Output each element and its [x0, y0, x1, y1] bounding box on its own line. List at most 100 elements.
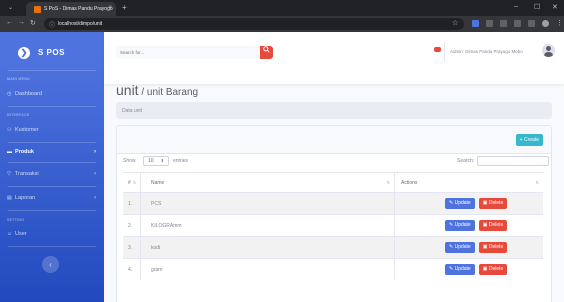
delete-button[interactable]: ▣ Delete: [478, 242, 508, 253]
browser-tab-bar: ⌄ S PoS - Dimas Pandu Prayogo × + – ☐ ✕: [0, 0, 564, 16]
site-info-icon[interactable]: ⓘ: [49, 20, 55, 29]
chevron-right-icon: ›: [94, 149, 96, 155]
delete-label: Delete: [488, 266, 504, 272]
url-field[interactable]: ⓘ localhost/dimpo/unit: [44, 18, 464, 30]
table-row: 2. KILOGRAmm ✎ Update ▣ Delete: [123, 214, 543, 236]
new-tab-button[interactable]: +: [122, 3, 127, 12]
delete-button[interactable]: ▣ Delete: [478, 220, 508, 231]
sidebar-item-kustomer[interactable]: ⚇ Kustomer: [7, 124, 99, 136]
row-actions: ✎ Update ▣ Delete: [395, 237, 543, 258]
update-button[interactable]: ✎ Update: [445, 242, 475, 253]
minimize-icon[interactable]: –: [514, 3, 518, 10]
delete-label: Delete: [488, 244, 504, 250]
tab-close-icon[interactable]: ×: [108, 5, 112, 11]
sidebar-item-label: Laporan: [15, 195, 36, 201]
chevron-right-icon: ›: [94, 195, 96, 201]
browser-tab[interactable]: S PoS - Dimas Pandu Prayogo ×: [26, 2, 116, 16]
extension-icon[interactable]: [514, 20, 521, 27]
column-header-name[interactable]: Name ⇅: [141, 173, 395, 192]
sidebar-item-label: Kustomer: [15, 127, 39, 133]
tab-title: S PoS - Dimas Pandu Prayogo: [44, 6, 113, 12]
notification-bell-icon[interactable]: [429, 46, 441, 56]
user-name[interactable]: Admin: Dimas Pandu Prayogo Mebo: [450, 49, 523, 54]
delete-button[interactable]: ▣ Delete: [478, 264, 508, 275]
page-title-main: unit: [116, 82, 139, 98]
page-title-sub: / unit Barang: [138, 87, 199, 98]
entries-select[interactable]: 10 ⬍: [143, 156, 169, 166]
sidebar-divider: [8, 142, 96, 143]
avatar[interactable]: [542, 44, 555, 57]
row-number: 2.: [123, 215, 141, 236]
row-number: 3.: [123, 237, 141, 258]
sidebar-item-laporan[interactable]: ▤ Laporan ›: [7, 192, 99, 204]
sidebar-item-dashboard[interactable]: ◷ Dashboard: [7, 88, 99, 100]
topbar-divider: [444, 42, 445, 62]
column-header-number[interactable]: # ⇅: [123, 173, 141, 192]
table-row: 1. PCS ✎ Update ▣ Delete: [123, 192, 543, 214]
search-button[interactable]: [260, 46, 273, 59]
update-button[interactable]: ✎ Update: [445, 264, 475, 275]
maximize-icon[interactable]: ☐: [534, 3, 540, 11]
update-button[interactable]: ✎ Update: [445, 220, 475, 231]
extension-icon[interactable]: [500, 20, 507, 27]
topbar: Admin: Dimas Pandu Prayogo Mebo: [104, 32, 564, 84]
update-label: Update: [454, 244, 471, 250]
window-close-icon[interactable]: ✕: [552, 3, 558, 11]
row-actions: ✎ Update ▣ Delete: [395, 259, 543, 280]
profile-icon[interactable]: [542, 20, 549, 27]
sidebar-item-label: Produk: [15, 149, 34, 155]
download-icon[interactable]: [528, 20, 535, 27]
sidebar-divider: [8, 210, 96, 211]
row-number: 1.: [123, 193, 141, 214]
entries-label: entries: [173, 158, 189, 164]
cart-icon: ▽: [7, 171, 11, 177]
delete-button[interactable]: ▣ Delete: [478, 198, 508, 209]
user-icon: ☺: [7, 231, 13, 237]
users-icon: ⚇: [7, 127, 12, 133]
sidebar-divider: [8, 70, 96, 71]
main-content: Admin: Dimas Pandu Prayogo Mebo unit / u…: [104, 32, 564, 302]
table-search-input[interactable]: [477, 156, 549, 166]
bookmark-star-icon[interactable]: ☆: [452, 19, 458, 27]
create-button[interactable]: + Create: [515, 134, 543, 146]
sidebar-heading-interface: INTERFACE: [7, 113, 30, 117]
update-label: Update: [454, 222, 471, 228]
brand-title: S POS: [38, 48, 65, 57]
search-input[interactable]: [116, 46, 260, 59]
row-name: PCS: [141, 193, 395, 214]
sidebar-divider: [8, 162, 96, 163]
table-row: 4. gram ✎ Update ▣ Delete: [123, 258, 543, 280]
sort-icon: ⇅: [386, 180, 390, 185]
menu-icon[interactable]: ⋮: [556, 19, 563, 27]
row-actions: ✎ Update ▣ Delete: [395, 215, 543, 236]
extension-icon[interactable]: [472, 20, 479, 27]
column-header-actions[interactable]: Actions ⇅: [395, 173, 543, 192]
row-name: KILOGRAmm: [141, 215, 395, 236]
extension-icon[interactable]: [486, 20, 493, 27]
back-icon[interactable]: ←: [6, 19, 13, 26]
update-label: Update: [454, 200, 471, 206]
avatar-body: [544, 52, 553, 57]
entries-value: 10: [148, 158, 154, 164]
table-row: 3. kodi ✎ Update ▣ Delete: [123, 236, 543, 258]
sidebar-toggle-button[interactable]: ‹: [42, 256, 59, 273]
sidebar-heading-main: MAIN MENU: [7, 77, 30, 81]
row-number: 4.: [123, 259, 141, 280]
sidebar: ❯ S POS MAIN MENU ◷ Dashboard INTERFACE ⚇…: [0, 32, 104, 302]
sidebar-divider: [8, 186, 96, 187]
brand[interactable]: ❯ S POS: [0, 44, 104, 64]
chevron-right-icon: ›: [94, 171, 96, 177]
column-header-label: Actions: [401, 179, 418, 186]
table-header: # ⇅ Name ⇅ Actions ⇅: [123, 172, 543, 192]
sidebar-item-user[interactable]: ☺ User: [7, 228, 99, 240]
brand-logo-icon: ❯: [18, 47, 30, 59]
data-card: + Create Show 10 ⬍ entries Search: # ⇅ Na…: [116, 125, 552, 302]
forward-icon[interactable]: →: [18, 19, 25, 26]
reload-icon[interactable]: ↻: [30, 19, 36, 27]
tab-list-icon[interactable]: ⌄: [8, 4, 13, 11]
sort-icon: ⇅: [535, 180, 539, 185]
sidebar-item-transaksi[interactable]: ▽ Transaksi ›: [7, 168, 99, 180]
update-button[interactable]: ✎ Update: [445, 198, 475, 209]
sidebar-item-produk[interactable]: ▬ Produk ›: [7, 146, 99, 158]
row-name: gram: [141, 259, 395, 280]
